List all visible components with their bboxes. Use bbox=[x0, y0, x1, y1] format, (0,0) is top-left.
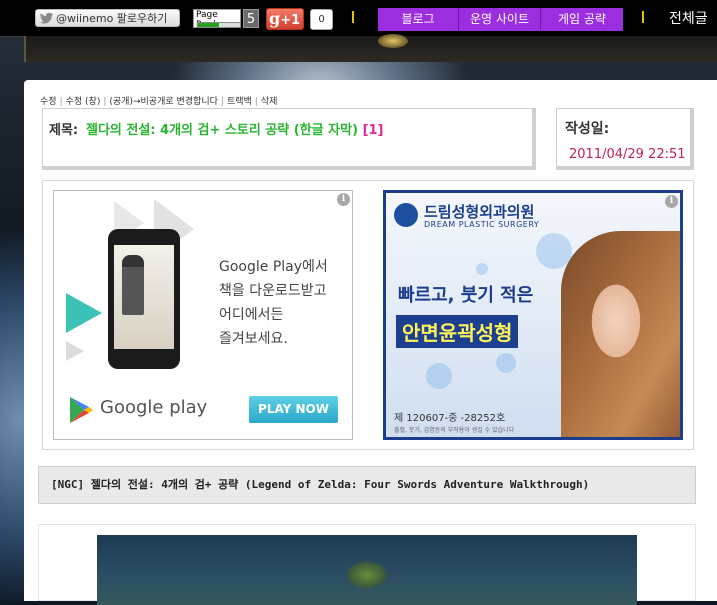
post-content-panel: 수정 | 수정 (창) | (공개)→비공개로 변경합니다 | 트랙백 | 삭제 제목: 젤다의… bbox=[24, 80, 717, 605]
post-date: 2011/04/29 22:51 bbox=[569, 147, 686, 162]
google-g-icon: g bbox=[269, 9, 281, 28]
google-play-ad-text: Google Play에서 책을 다운로드받고 어디에서든 즐겨보세요. bbox=[219, 259, 328, 347]
phone-image bbox=[108, 229, 180, 369]
model-photo bbox=[561, 231, 680, 437]
post-image-frame bbox=[38, 524, 696, 605]
delete-link[interactable]: 삭제 bbox=[261, 97, 278, 107]
post-date-box: 작성일: 2011/04/29 22:51 bbox=[556, 108, 694, 170]
post-title[interactable]: 젤다의 전설: 4개의 검+ 스토리 공략 (한글 자막) [1] bbox=[86, 119, 384, 138]
title-label: 제목: bbox=[49, 123, 79, 138]
clinic-name: 드림성형외과의원 bbox=[424, 203, 535, 221]
nav-blog[interactable]: 블로그 bbox=[378, 8, 459, 31]
google-plus-one-label: +1 bbox=[280, 13, 301, 28]
date-label: 작성일: bbox=[565, 121, 610, 137]
twitter-bird-icon bbox=[40, 12, 53, 24]
pagerank-badge[interactable]: Page Rank 5 bbox=[193, 9, 263, 30]
ad-highlight: 안면윤곽성형 bbox=[396, 315, 519, 348]
edit-link[interactable]: 수정 bbox=[40, 97, 57, 107]
ad-headline: 빠르고, 붓기 적은 bbox=[398, 285, 534, 306]
twitter-follow-label: @wiinemo 팔로우하기 bbox=[56, 12, 168, 25]
twitter-follow-button[interactable]: @wiinemo 팔로우하기 bbox=[35, 9, 180, 27]
post-subtitle-bar: [NGC] 젤다의 전설: 4개의 검+ 공략 (Legend of Zelda… bbox=[38, 466, 696, 504]
header-logo-decoration bbox=[378, 34, 408, 48]
nav-separator bbox=[642, 11, 644, 23]
nav-game-guides[interactable]: 게임 공략 bbox=[541, 8, 623, 31]
clinic-name-english: DREAM PLASTIC SURGERY bbox=[424, 220, 540, 229]
pagerank-value: 5 bbox=[243, 9, 259, 28]
ad-info-icon[interactable]: i bbox=[337, 193, 350, 206]
visibility-toggle-link[interactable]: (공개)→비공개로 변경합니다 bbox=[109, 97, 218, 107]
google-play-ad[interactable]: i Google Play에서 책을 다운로드받고 어디에서든 즐겨보세요. G… bbox=[53, 190, 353, 440]
game-screenshot-image[interactable] bbox=[97, 535, 637, 605]
blog-header-strip bbox=[24, 34, 717, 62]
ad-warning-text: 출혈, 붓기, 감염등의 부작용이 생길 수 있습니다 bbox=[394, 427, 515, 434]
trackback-link[interactable]: 트랙백 bbox=[227, 97, 252, 107]
ad-registration-number: 제 120607-중 -28252호 bbox=[394, 413, 506, 424]
play-triangle-decoration bbox=[66, 293, 102, 333]
google-plus-one-button[interactable]: g+1 bbox=[266, 8, 304, 30]
ads-container: i Google Play에서 책을 다운로드받고 어디에서든 즐겨보세요. G… bbox=[42, 180, 694, 450]
ad-info-icon[interactable]: i bbox=[665, 195, 678, 208]
post-title-box: 제목: 젤다의 전설: 4개의 검+ 스토리 공략 (한글 자막) [1] bbox=[42, 108, 536, 170]
play-triangle-decoration bbox=[66, 341, 84, 361]
pagerank-label-box: Page Rank bbox=[193, 9, 241, 30]
nav-separator bbox=[352, 11, 354, 23]
top-toolbar: @wiinemo 팔로우하기 Page Rank 5 g+1 0 블로그 운영 … bbox=[0, 0, 717, 37]
google-play-logo-icon bbox=[70, 397, 93, 423]
google-play-brand: Google play bbox=[100, 397, 208, 418]
google-plus-one-count: 0 bbox=[310, 9, 333, 30]
comment-count[interactable]: [1] bbox=[363, 123, 384, 138]
post-title-text: 젤다의 전설: 4개의 검+ 스토리 공략 (한글 자막) bbox=[86, 123, 359, 138]
clinic-logo-icon bbox=[394, 203, 418, 227]
edit-window-link[interactable]: 수정 (창) bbox=[66, 97, 101, 107]
plastic-surgery-ad[interactable]: i 드림성형외과의원 DREAM PLASTIC SURGERY 빠르고, 붓기… bbox=[383, 190, 683, 440]
nav-all-posts[interactable]: 전체글 bbox=[669, 8, 708, 31]
pagerank-bar bbox=[197, 22, 241, 28]
play-now-button[interactable]: PLAY NOW bbox=[249, 396, 338, 423]
post-admin-links: 수정 | 수정 (창) | (공개)→비공개로 변경합니다 | 트랙백 | 삭제 bbox=[40, 97, 278, 107]
nav-sites[interactable]: 운영 사이트 bbox=[459, 8, 541, 31]
